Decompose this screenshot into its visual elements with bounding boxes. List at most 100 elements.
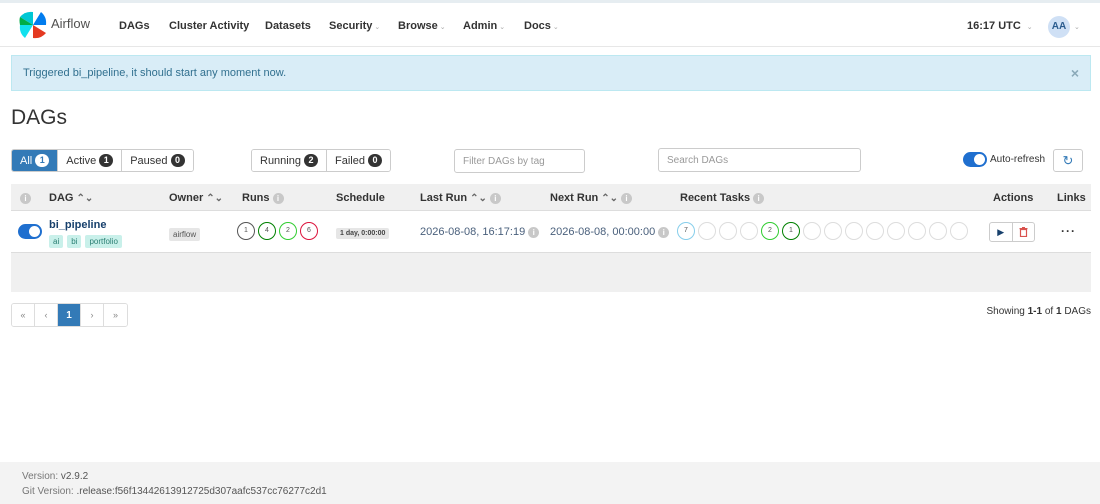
utc-clock[interactable]: 16:17 UTC ⌄	[967, 20, 1033, 32]
version-text: Version: v2.9.2	[22, 471, 89, 482]
refresh-button[interactable]: ↻	[1053, 149, 1083, 172]
column-links: Links	[1057, 192, 1086, 204]
auto-refresh-toggle[interactable]: Auto-refresh	[963, 152, 1045, 167]
filter-paused-button[interactable]: Paused 0	[122, 150, 193, 171]
table-row: bi_pipeline ai bi portfolio airflow 1426…	[11, 211, 1091, 253]
task-status-circle[interactable]	[824, 222, 842, 240]
task-status-circle[interactable]	[740, 222, 758, 240]
table-empty-row	[11, 253, 1091, 292]
task-status-circle[interactable]	[845, 222, 863, 240]
column-actions: Actions	[993, 192, 1034, 204]
sort-icon: ⌃⌄	[76, 193, 94, 204]
tag-filter-input[interactable]: Filter DAGs by tag	[454, 149, 585, 173]
footer: Version: v2.9.2 Git Version: .release:f5…	[0, 462, 1100, 504]
git-version-text: Git Version: .release:f56f13442613912725…	[22, 486, 327, 497]
task-status-circle[interactable]: 1	[782, 222, 800, 240]
airflow-logo-icon	[19, 11, 47, 39]
info-icon: i	[489, 192, 501, 204]
next-run-cell[interactable]: 2026-08-08, 00:00:00 i	[550, 226, 670, 238]
tag-badge[interactable]: portfolio	[85, 235, 122, 248]
nav-docs[interactable]: Docs ⌄	[524, 20, 559, 32]
toggle-switch[interactable]	[963, 152, 987, 167]
column-last-run[interactable]: Last Run ⌃⌄ i	[420, 192, 501, 204]
dag-id-link[interactable]: bi_pipeline	[49, 219, 106, 231]
dag-pause-toggle[interactable]	[18, 224, 42, 242]
dag-table-header: i DAG ⌃⌄ Owner ⌃⌄ Runs i Schedule Last Run ⌃…	[11, 184, 1091, 211]
dag-tags: ai bi portfolio	[49, 235, 122, 248]
owner-badge[interactable]: airflow	[169, 228, 201, 241]
task-status-circle[interactable]	[866, 222, 884, 240]
status-filter-group: All 1 Active 1 Paused 0	[11, 149, 194, 172]
info-icon: i	[528, 226, 540, 238]
alert-message: Triggered bi_pipeline, it should start a…	[23, 67, 287, 79]
column-runs: Runs i	[242, 192, 284, 204]
page-last-button[interactable]: »	[104, 304, 127, 326]
column-owner[interactable]: Owner ⌃⌄	[169, 192, 223, 204]
task-status-circle[interactable]	[803, 222, 821, 240]
task-status-circle[interactable]: 2	[761, 222, 779, 240]
brand-name: Airflow	[51, 15, 91, 31]
search-input[interactable]: Search DAGs	[658, 148, 861, 172]
nav-datasets[interactable]: Datasets	[265, 20, 311, 32]
user-avatar[interactable]: AA	[1048, 16, 1070, 38]
filter-running-button[interactable]: Running 2	[252, 150, 327, 171]
filter-failed-button[interactable]: Failed 0	[326, 150, 390, 171]
schedule-badge[interactable]: 1 day, 0:00:00	[336, 228, 390, 239]
tag-badge[interactable]: ai	[49, 235, 64, 248]
page-current-button[interactable]: 1	[58, 304, 81, 326]
top-navbar: Airflow DAGs Cluster Activity Datasets S…	[0, 0, 1100, 47]
auto-refresh-label: Auto-refresh	[990, 154, 1046, 165]
nav-browse[interactable]: Browse ⌄	[398, 20, 446, 32]
task-status-circle[interactable]: 7	[677, 222, 695, 240]
brand-link[interactable]: Airflow	[16, 8, 90, 42]
nav-admin[interactable]: Admin ⌄	[463, 20, 505, 32]
page-title: DAGs	[11, 106, 68, 129]
tag-badge[interactable]: bi	[67, 235, 82, 248]
column-recent-tasks: Recent Tasks i	[680, 192, 765, 204]
task-status-circle[interactable]	[698, 222, 716, 240]
nav-dags[interactable]: DAGs	[119, 20, 150, 32]
filter-active-button[interactable]: Active 1	[58, 150, 123, 171]
chevron-down-icon: ⌄	[499, 24, 506, 31]
info-icon: i	[658, 226, 670, 238]
sort-icon: ⌃⌄	[470, 193, 487, 204]
page-prev-button[interactable]: ‹	[35, 304, 58, 326]
info-alert: Triggered bi_pipeline, it should start a…	[11, 55, 1091, 91]
run-status-circle[interactable]: 2	[279, 222, 297, 240]
showing-count: Showing 1-1 of 1 DAGs	[986, 306, 1091, 317]
pagination: « ‹ 1 › »	[11, 303, 128, 327]
info-icon: i	[20, 192, 31, 204]
trigger-dag-button[interactable]: ▶	[990, 223, 1013, 241]
run-status-circle[interactable]: 6	[300, 222, 318, 240]
refresh-icon: ↻	[1062, 152, 1074, 168]
play-icon: ▶	[997, 226, 1005, 237]
task-status-circle[interactable]	[950, 222, 968, 240]
filter-all-button[interactable]: All 1	[12, 150, 59, 171]
sort-icon: ⌃⌄	[206, 193, 223, 204]
page-next-button[interactable]: ›	[81, 304, 104, 326]
chevron-down-icon: ⌄	[1026, 24, 1033, 31]
run-status-circle[interactable]: 4	[258, 222, 276, 240]
run-status-circle[interactable]: 1	[237, 222, 255, 240]
task-status-circle[interactable]	[908, 222, 926, 240]
column-schedule: Schedule	[336, 192, 385, 204]
task-status-circle[interactable]	[719, 222, 737, 240]
close-icon[interactable]: ×	[1071, 65, 1079, 81]
info-icon: i	[753, 192, 765, 204]
chevron-down-icon[interactable]: ⌄	[1074, 23, 1080, 31]
run-state-filter-group: Running 2 Failed 0	[251, 149, 391, 172]
last-run-cell[interactable]: 2026-08-08, 16:17:19 i	[420, 226, 540, 238]
column-dag[interactable]: DAG ⌃⌄	[49, 192, 93, 204]
task-status-circle[interactable]	[929, 222, 947, 240]
column-next-run[interactable]: Next Run ⌃⌄ i	[550, 192, 633, 204]
nav-cluster-activity[interactable]: Cluster Activity	[169, 20, 249, 32]
delete-dag-button[interactable]	[1013, 223, 1035, 241]
task-status-circle[interactable]	[887, 222, 905, 240]
dag-actions: ▶	[989, 222, 1035, 242]
chevron-down-icon: ⌄	[552, 24, 559, 31]
page-first-button[interactable]: «	[12, 304, 35, 326]
nav-security[interactable]: Security ⌄	[329, 20, 380, 32]
info-icon: i	[621, 192, 633, 204]
links-menu-icon[interactable]: ···	[1061, 224, 1076, 238]
sort-icon: ⌃⌄	[601, 193, 619, 204]
